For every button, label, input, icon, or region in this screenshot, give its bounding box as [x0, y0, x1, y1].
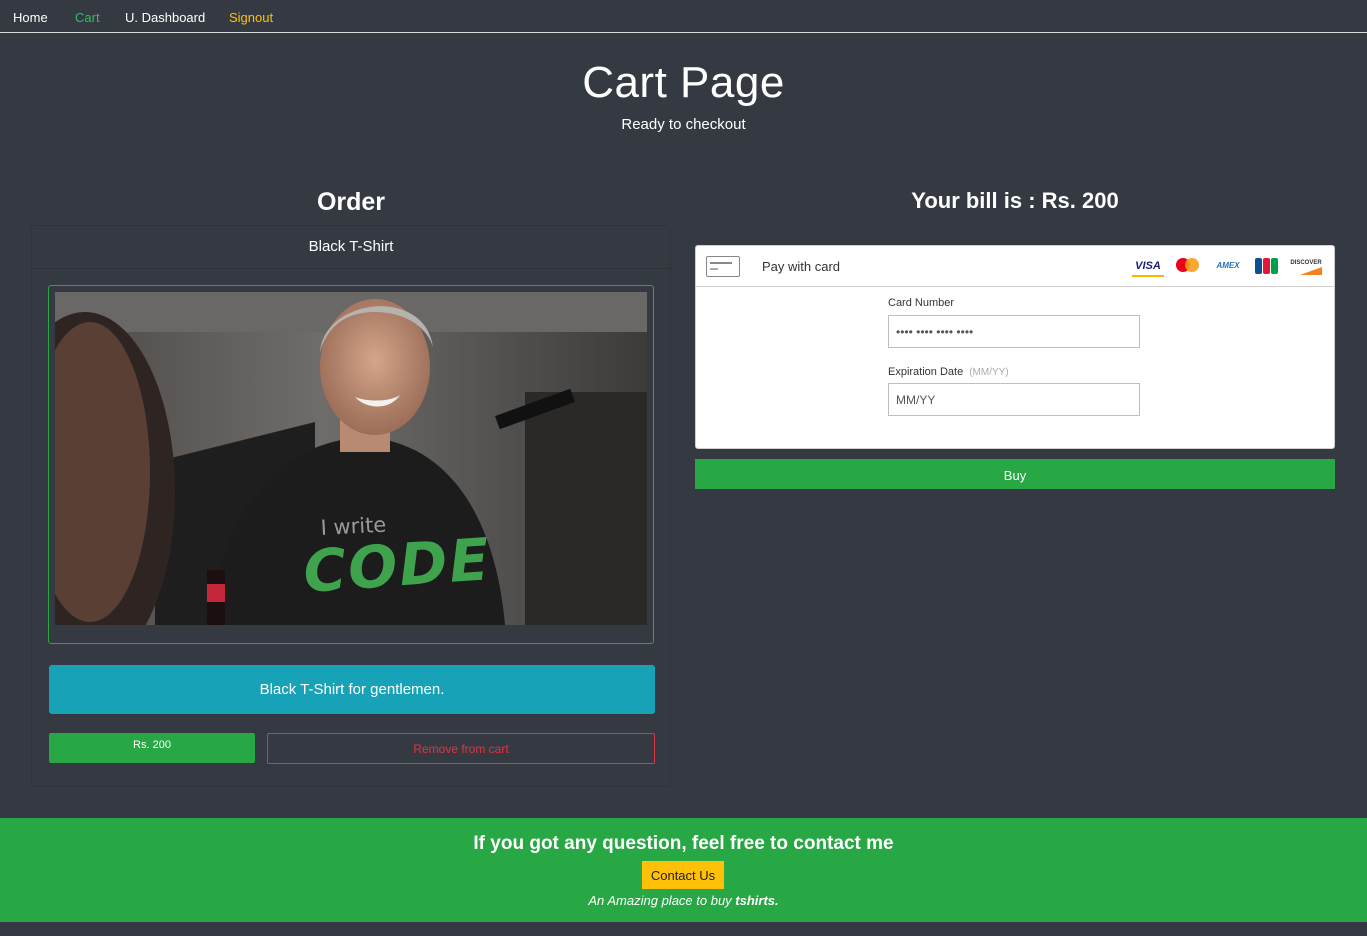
- mastercard-logo-icon: [1175, 257, 1201, 275]
- contact-us-button[interactable]: Contact Us: [642, 861, 724, 889]
- product-description-button[interactable]: Black T-Shirt for gentlemen.: [49, 665, 655, 714]
- remove-from-cart-button[interactable]: Remove from cart: [267, 733, 655, 764]
- footer-question: If you got any question, feel free to co…: [473, 833, 894, 854]
- nav-dashboard-link[interactable]: U. Dashboard: [125, 10, 205, 25]
- order-heading: Order: [316, 188, 386, 216]
- navbar: Home Cart U. Dashboard Signout: [0, 0, 1367, 33]
- footer-tagline: An Amazing place to buy tshirts.: [0, 893, 1367, 908]
- svg-text:CODE: CODE: [301, 525, 493, 606]
- credit-card-icon: [706, 256, 740, 277]
- price-button[interactable]: Rs. 200: [49, 733, 255, 763]
- nav-home-link[interactable]: Home: [13, 10, 48, 25]
- footer-tagline-text: An Amazing place to buy: [588, 893, 736, 908]
- payment-header: Pay with card VISA AMEX DISCOVER: [696, 246, 1334, 287]
- payment-form: Pay with card VISA AMEX DISCOVER Card Nu…: [695, 245, 1335, 449]
- buy-button[interactable]: Buy: [695, 459, 1335, 489]
- visa-logo-icon: VISA: [1132, 257, 1164, 277]
- card-number-input[interactable]: [888, 315, 1140, 348]
- discover-logo-icon: DISCOVER: [1290, 257, 1322, 275]
- expiry-label: Expiration Date (MM/YY): [888, 366, 1009, 378]
- footer-brand: tshirts.: [735, 893, 779, 908]
- jcb-logo-icon: [1255, 257, 1279, 275]
- payment-title: Pay with card: [762, 259, 841, 274]
- product-image-frame: I write CODE: [48, 285, 654, 644]
- product-image: I write CODE: [55, 292, 647, 625]
- product-photo-illustration: I write CODE: [55, 292, 647, 625]
- amex-logo-icon: AMEX: [1216, 261, 1240, 270]
- expiry-label-text: Expiration Date: [888, 366, 964, 378]
- product-card: Black T-Shirt I write CODE Black T-Shirt…: [31, 225, 671, 787]
- expiry-input[interactable]: [888, 383, 1140, 416]
- nav-cart-link[interactable]: Cart: [75, 10, 100, 25]
- expiry-hint: (MM/YY): [969, 367, 1009, 378]
- nav-signout-link[interactable]: Signout: [229, 10, 273, 25]
- footer: If you got any question, feel free to co…: [0, 818, 1367, 922]
- bill-heading: Your bill is : Rs. 200: [911, 188, 1119, 213]
- card-number-label: Card Number: [888, 297, 955, 309]
- page-subtitle: Ready to checkout: [621, 116, 746, 133]
- page-title: Cart Page: [582, 58, 785, 107]
- product-name: Black T-Shirt: [32, 226, 670, 269]
